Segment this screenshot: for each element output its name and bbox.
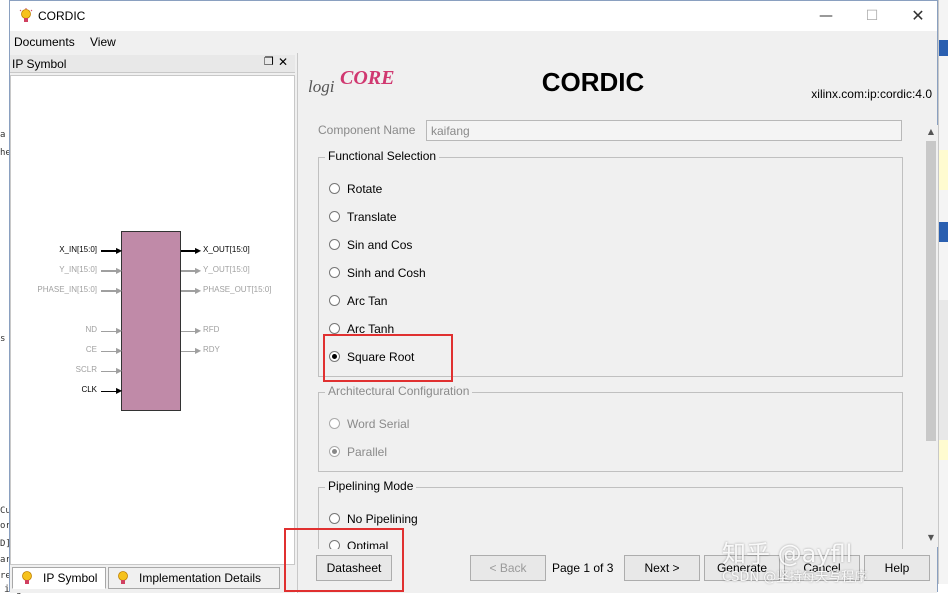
close-panel-icon[interactable]: ✕: [278, 55, 288, 69]
component-name-label: Component Name: [318, 123, 416, 137]
tab-ip-symbol[interactable]: IP Symbol: [12, 567, 106, 589]
input-port-label: CLK: [81, 385, 97, 394]
output-port-label: PHASE_OUT[15:0]: [203, 285, 272, 294]
watermark-zhihu: 知乎 @ayfll: [722, 540, 853, 568]
background-app-right-edge: [938, 0, 948, 598]
arrow-right-icon: ▶: [195, 266, 202, 275]
radio-dot: [329, 323, 340, 334]
ip-block: [121, 231, 181, 411]
help-button[interactable]: Help: [864, 555, 930, 581]
radio-dot: [329, 295, 340, 306]
panel-title: IP Symbol: [12, 57, 67, 71]
ip-symbol-panel: IP Symbol ❐ ✕ ▶ X_IN[15:0] ▶ Y_IN[15:0] ▶ PHA…: [10, 53, 295, 593]
arrow-right-icon: ▶: [116, 326, 123, 335]
tab-implementation-details[interactable]: Implementation Details: [108, 567, 280, 589]
output-port-label: X_OUT[15:0]: [203, 245, 250, 254]
input-port-label: CE: [85, 345, 97, 354]
output-port-label: RDY: [203, 345, 220, 354]
radio-dot: [329, 418, 340, 429]
radio-label: Sin and Cos: [347, 238, 413, 252]
window-title: CORDIC: [38, 9, 86, 23]
radio-label: Parallel: [347, 445, 388, 459]
input-port-label: SCLR: [75, 365, 97, 374]
radio-label: Sinh and Cosh: [347, 266, 426, 280]
bg-strip: [939, 150, 948, 190]
arrow-right-icon: ▶: [195, 326, 202, 335]
input-port-label: X_IN[15:0]: [59, 245, 97, 254]
radio-dot-selected: [329, 446, 340, 457]
xilinx-lightbulb-icon: [19, 8, 33, 22]
radio-dot: [329, 239, 340, 250]
title-bar[interactable]: CORDIC — ☐ ✕: [10, 1, 937, 31]
radio-label: No Pipelining: [347, 512, 418, 526]
arrow-right-icon: ▶: [116, 286, 123, 295]
radio-dot-selected: [329, 351, 340, 362]
group-title: Functional Selection: [325, 149, 440, 163]
output-port-label: RFD: [203, 325, 220, 334]
input-port-label: PHASE_IN[15:0]: [37, 285, 97, 294]
vertical-scrollbar[interactable]: ▲ ▼: [924, 125, 938, 547]
watermark-csdn: CSDN @坚持每天写程序: [722, 570, 868, 585]
tab-label: IP Symbol: [43, 571, 98, 585]
cordic-window: CORDIC — ☐ ✕ Documents View IP Symbol ❐ …: [9, 0, 938, 593]
functional-selection-group: Functional Selection Rotate Translate Si…: [318, 149, 903, 377]
output-port-label: Y_OUT[15:0]: [203, 265, 250, 274]
radio-label: Square Root: [347, 350, 415, 364]
datasheet-button[interactable]: Datasheet: [316, 555, 392, 581]
bg-strip: [939, 222, 948, 242]
maximize-button[interactable]: ☐: [849, 1, 895, 31]
ip-vlnv: xilinx.com:ip:cordic:4.0: [811, 87, 932, 101]
arrow-right-icon: ▶: [195, 286, 202, 295]
tab-label: Implementation Details: [139, 571, 262, 585]
arrow-right-icon: ▶: [116, 266, 123, 275]
arrow-right-icon: ▶: [116, 386, 123, 395]
float-panel-icon[interactable]: ❐: [264, 55, 274, 68]
radio-label: Translate: [347, 210, 397, 224]
arrow-right-icon: ▶: [195, 346, 202, 355]
bg-fragment: s: [0, 334, 6, 344]
arrow-right-icon: ▶: [116, 366, 123, 375]
radio-dot: [329, 211, 340, 222]
scroll-down-arrow-icon[interactable]: ▼: [924, 531, 938, 545]
radio-dot: [329, 267, 340, 278]
radio-label: Arc Tanh: [347, 322, 395, 336]
group-title: Pipelining Mode: [325, 479, 417, 493]
close-button[interactable]: ✕: [895, 1, 941, 31]
radio-label: Rotate: [347, 182, 383, 196]
bg-strip: [939, 300, 948, 460]
bg-fragment: a: [0, 130, 6, 140]
bg-strip: [939, 40, 948, 56]
component-name-input[interactable]: [426, 120, 902, 141]
group-title: Architectural Configuration: [325, 384, 473, 398]
scroll-thumb[interactable]: [926, 141, 936, 441]
radio-label: Arc Tan: [347, 294, 388, 308]
next-button[interactable]: Next >: [624, 555, 700, 581]
menu-documents[interactable]: Documents: [14, 35, 75, 49]
xilinx-lightbulb-icon: [22, 571, 32, 584]
radio-dot: [329, 183, 340, 194]
bg-strip: [939, 440, 948, 460]
scroll-up-arrow-icon[interactable]: ▲: [924, 125, 938, 139]
architectural-configuration-group: Architectural Configuration Word Serial …: [318, 384, 903, 472]
radio-label: Word Serial: [347, 417, 410, 431]
menu-view[interactable]: View: [90, 35, 116, 49]
arrow-right-icon: ▶: [116, 246, 123, 255]
page-indicator: Page 1 of 3: [552, 561, 614, 575]
menu-bar: Documents View: [10, 31, 937, 53]
xilinx-lightbulb-icon: [118, 571, 128, 584]
input-port-label: Y_IN[15:0]: [59, 265, 97, 274]
radio-dot: [329, 513, 340, 524]
watermark: 知乎 @ayfll CSDN @坚持每天写程序: [722, 534, 867, 585]
input-port-label: ND: [85, 325, 97, 334]
panel-header: IP Symbol ❐ ✕: [10, 55, 295, 73]
ip-symbol-canvas: ▶ X_IN[15:0] ▶ Y_IN[15:0] ▶ PHASE_IN[15:0] ▶ ND…: [10, 75, 295, 565]
arrow-right-icon: ▶: [116, 346, 123, 355]
configuration-panel: logi CORE CORDIC xilinx.com:ip:cordic:4.…: [297, 53, 938, 593]
arrow-right-icon: ▶: [195, 246, 202, 255]
minimize-button[interactable]: —: [803, 1, 849, 31]
back-button[interactable]: < Back: [470, 555, 546, 581]
